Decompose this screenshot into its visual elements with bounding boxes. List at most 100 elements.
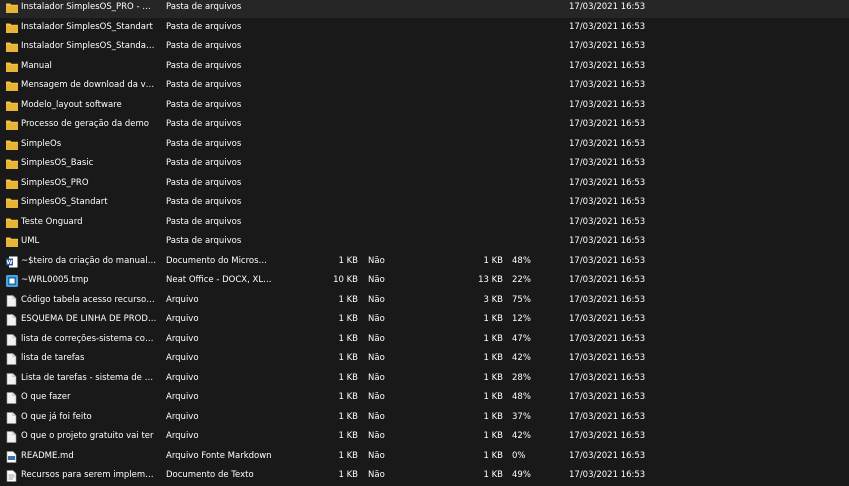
file-compressed-size: [420, 232, 503, 252]
file-size: 1 KB: [338, 314, 358, 324]
file-encrypted: Não: [368, 470, 385, 480]
file-encrypted: [368, 76, 408, 96]
file-name: ~$teiro da criação do manual.docx: [21, 255, 157, 266]
file-modified: 17/03/2021 16:53: [569, 431, 646, 441]
file-encrypted: [368, 0, 408, 18]
file-row[interactable]: Teste Onguard Pasta de arquivos 17/03/2021…: [0, 213, 849, 233]
file-row[interactable]: O que fazer Arquivo 1 KB Não 1 KB 48% 17/03/20…: [0, 388, 849, 408]
file-row[interactable]: SimplesOS_PRO Pasta de arquivos 17/03/2021…: [0, 174, 849, 194]
file-modified: 17/03/2021 16:53: [569, 99, 646, 110]
file-type: Neat Office - DOCX, XLSX...: [166, 275, 272, 285]
file-row[interactable]: lista de tarefas Arquivo 1 KB Não 1 KB 42% 17/…: [0, 349, 849, 369]
folder-icon: [6, 80, 18, 91]
file-ratio: 12%: [512, 314, 531, 324]
file-modified: 17/03/2021 16:53: [569, 60, 646, 71]
file-row[interactable]: ESQUEMA DE LINHA DE PRODUTOS Arquivo 1 KB N…: [0, 310, 849, 330]
file-row[interactable]: Manual Pasta de arquivos 17/03/2021 16:53: [0, 57, 849, 77]
file-size: [275, 232, 358, 252]
file-name: O que o projeto gratuito vai ter: [21, 431, 154, 441]
file-row[interactable]: SimplesOS_Basic Pasta de arquivos 17/03/20…: [0, 154, 849, 174]
file-name: Instalador SimplesOS_Standart: [21, 21, 153, 32]
file-icon-cell: [6, 466, 20, 486]
folder-icon: [6, 61, 18, 72]
folder-icon: [6, 139, 18, 150]
file-row[interactable]: Recursos para serem implementad... Docume…: [0, 466, 849, 486]
file-encrypted: Não: [368, 392, 385, 402]
file-icon-cell: [6, 193, 20, 213]
file-ratio: 48%: [512, 392, 531, 402]
file-icon-cell: [6, 310, 20, 330]
file-size: 10 KB: [333, 275, 358, 285]
file-compressed-size: [420, 193, 503, 213]
file-icon: [6, 294, 18, 307]
file-compressed-size: [420, 96, 503, 116]
file-name: Manual: [21, 60, 52, 71]
file-row[interactable]: UML Pasta de arquivos 17/03/2021 16:53: [0, 232, 849, 252]
file-row[interactable]: Processo de geração da demo Pasta de arqu…: [0, 115, 849, 135]
file-row[interactable]: O que já foi feito Arquivo 1 KB Não 1 KB 37% 1…: [0, 408, 849, 428]
file-size: 1 KB: [338, 333, 358, 344]
file-icon-cell: [6, 330, 20, 350]
file-icon: [6, 353, 18, 365]
file-encrypted: [368, 18, 408, 38]
file-ratio: 48%: [512, 255, 531, 266]
file-type: Pasta de arquivos: [166, 158, 242, 168]
file-row[interactable]: ~WRL0005.tmp Neat Office - DOCX, XLSX... 1…: [0, 271, 849, 291]
file-name: Instalador SimplesOS_PRO - Demo...: [21, 2, 157, 12]
file-modified: 17/03/2021 16:53: [569, 119, 646, 129]
file-type: Pasta de arquivos: [166, 60, 242, 71]
file-encrypted: Não: [368, 431, 385, 441]
file-row[interactable]: Lista de tarefas - sistema de contro... A…: [0, 369, 849, 389]
file-type: Documento do Microsoft ...: [166, 255, 272, 266]
file-compressed-size: 1 KB: [483, 255, 503, 266]
file-ratio: [512, 18, 552, 38]
file-row[interactable]: SimpleOs Pasta de arquivos 17/03/2021 16:5…: [0, 135, 849, 155]
file-row[interactable]: W ~$teiro da criação do manual.docx Docume…: [0, 252, 849, 272]
file-encrypted: Não: [368, 353, 385, 363]
file-encrypted: Não: [368, 255, 385, 266]
file-encrypted: [368, 232, 408, 252]
file-modified: 17/03/2021 16:53: [569, 314, 646, 324]
file-size: 1 KB: [338, 353, 358, 363]
file-compressed-size: [420, 154, 503, 174]
file-row[interactable]: lista de correções-sistema controle... Ar…: [0, 330, 849, 350]
file-size: 1 KB: [338, 392, 358, 402]
file-modified: 17/03/2021 16:53: [569, 392, 646, 402]
file-name: Teste Onguard: [21, 216, 83, 227]
file-type: Arquivo: [166, 314, 199, 324]
file-name: SimplesOS_Basic: [21, 158, 94, 168]
file-type: Arquivo: [166, 392, 199, 402]
file-type: Arquivo: [166, 431, 199, 441]
file-icon-cell: [6, 76, 20, 96]
file-icon-cell: [6, 213, 20, 233]
file-name: O que fazer: [21, 392, 71, 402]
file-icon-cell: [6, 57, 20, 77]
file-row[interactable]: README.md Arquivo Fonte Markdown 1 KB Não 1 …: [0, 447, 849, 467]
file-row[interactable]: Instalador SimplesOS_PRO - Demo... Pasta …: [0, 0, 849, 18]
file-name: ESQUEMA DE LINHA DE PRODUTOS: [21, 314, 157, 324]
file-type: Documento de Texto: [166, 470, 254, 480]
file-size: [275, 0, 358, 18]
folder-icon: [6, 236, 18, 247]
file-icon-cell: [6, 154, 20, 174]
file-row[interactable]: Mensagem de download da versão... Pasta d…: [0, 76, 849, 96]
file-size: [275, 193, 358, 213]
file-name: README.md: [21, 450, 74, 461]
file-row[interactable]: Modelo_layout software Pasta de arquivos 1…: [0, 96, 849, 116]
file-row[interactable]: Instalador SimplesOS_Standart - De... Pas…: [0, 37, 849, 57]
file-size: 1 KB: [338, 372, 358, 383]
file-compressed-size: 1 KB: [483, 314, 503, 324]
file-icon-cell: [6, 37, 20, 57]
file-compressed-size: 1 KB: [483, 333, 503, 344]
file-row[interactable]: O que o projeto gratuito vai ter Arquivo 1…: [0, 427, 849, 447]
file-icon-cell: [6, 349, 20, 369]
file-row[interactable]: Código tabela acesso recursos fun... Arqu…: [0, 291, 849, 311]
file-row[interactable]: SimplesOS_Standart Pasta de arquivos 17/03…: [0, 193, 849, 213]
folder-icon: [6, 2, 18, 13]
file-row[interactable]: Instalador SimplesOS_Standart Pasta de ar…: [0, 18, 849, 38]
file-encrypted: Não: [368, 372, 385, 383]
file-icon: [6, 314, 18, 326]
folder-icon: [6, 22, 18, 33]
file-icon-cell: [6, 369, 20, 389]
file-type: Arquivo Fonte Markdown: [166, 450, 272, 461]
